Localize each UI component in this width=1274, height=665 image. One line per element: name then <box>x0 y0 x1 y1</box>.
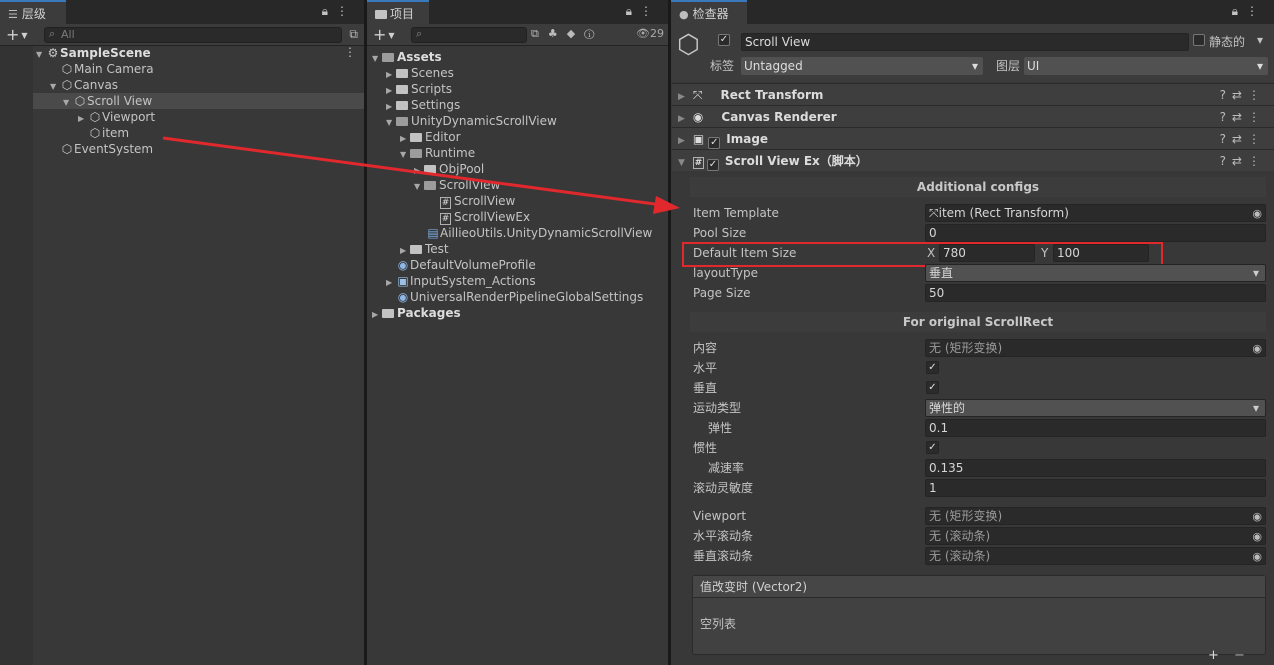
annotation-arrow <box>162 136 680 214</box>
